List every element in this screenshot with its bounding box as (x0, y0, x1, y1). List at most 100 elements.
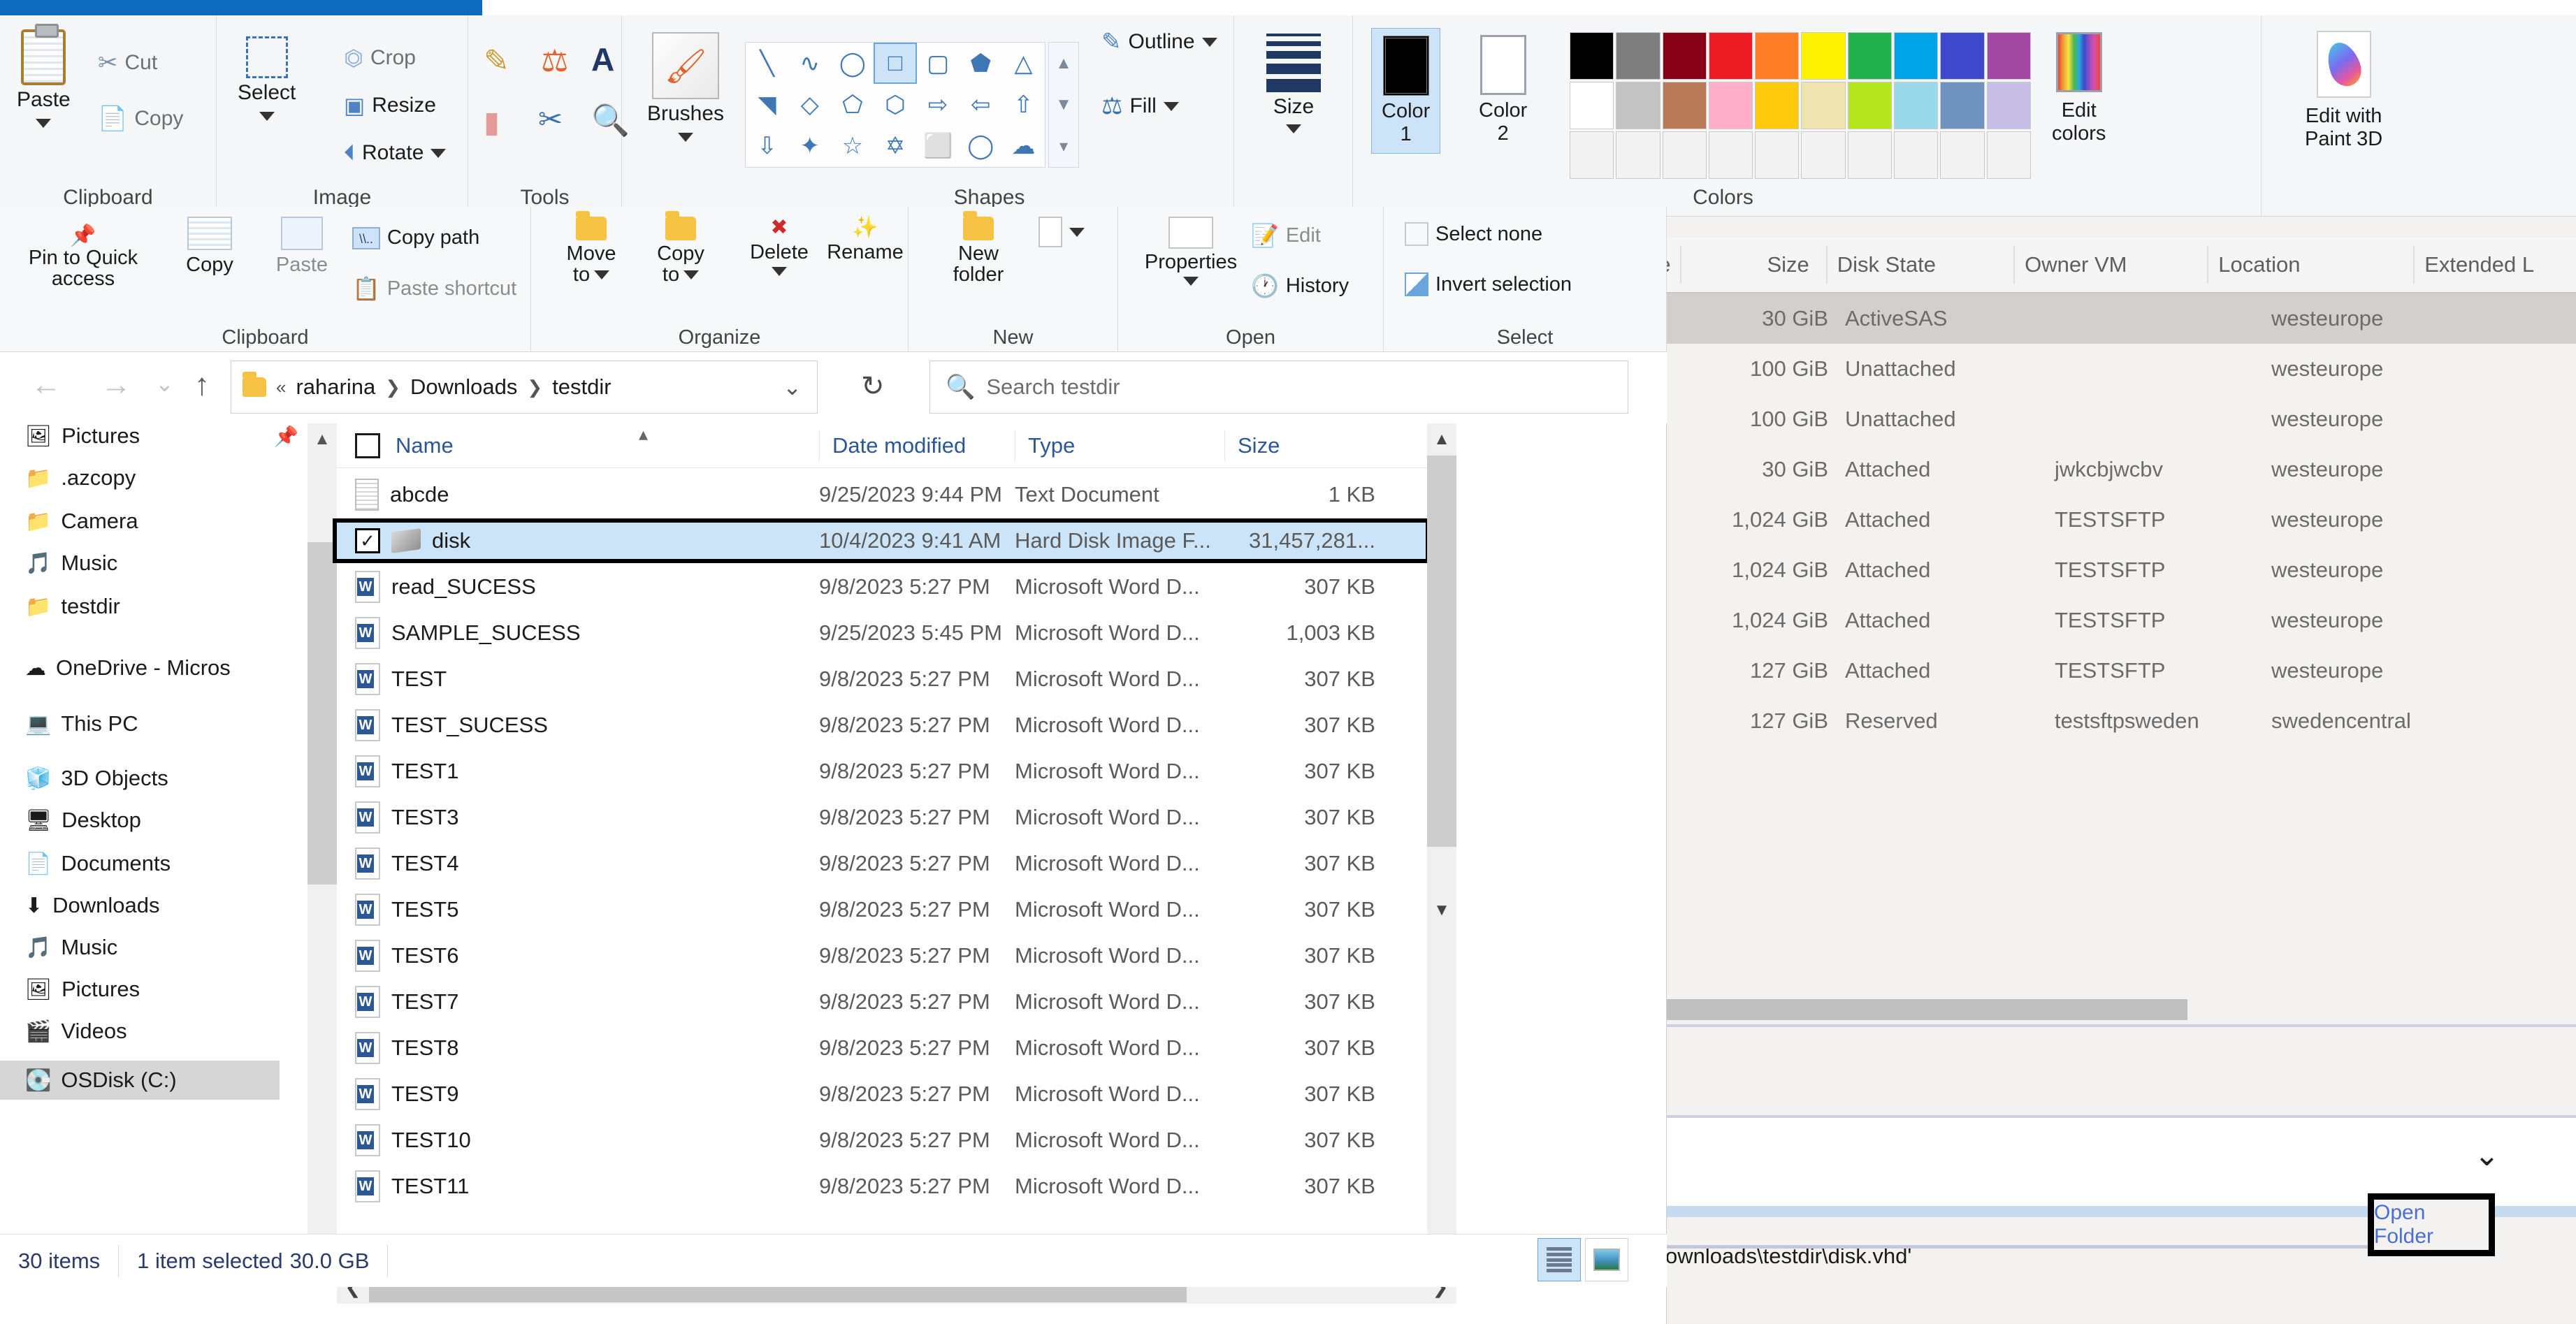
sidebar-item-onedrive-micros[interactable]: ☁ OneDrive - Micros (25, 655, 231, 681)
up-button[interactable]: ↑ (194, 368, 210, 402)
breadcrumb-item-user[interactable]: raharina (296, 374, 375, 400)
sidebar-item-videos[interactable]: 🎬 Videos (25, 1019, 127, 1044)
chevron-down-icon[interactable] (678, 133, 694, 142)
shapes-gallery-scrollbar[interactable]: ▲ ▼ ▾ (1048, 42, 1079, 168)
palette-swatch[interactable] (1616, 82, 1660, 129)
azure-table-row[interactable]: 100 GiB Unattached westeurope (1635, 394, 2576, 444)
select-button[interactable]: Select (238, 36, 296, 121)
color-picker-tool[interactable]: ✂ (538, 102, 563, 136)
shape-oval[interactable]: ◯ (831, 43, 874, 84)
palette-swatch[interactable] (1570, 32, 1614, 80)
azure-table-row[interactable]: 30 GiB Attached jwkcbjwcbv westeurope (1635, 444, 2576, 495)
file-row[interactable]: TEST5 9/8/2023 5:27 PM Microsoft Word D...… (337, 887, 1427, 932)
shape-diamond[interactable]: ◇ (788, 84, 831, 125)
address-overflow-icon[interactable]: « (276, 377, 286, 398)
sidebar-item-this-pc[interactable]: 💻 This PC (25, 711, 138, 736)
edit-colors-button[interactable]: Edit colors (2052, 32, 2106, 145)
column-header-name[interactable]: Name (396, 430, 454, 461)
resize-button[interactable]: ▣ Resize (344, 92, 436, 119)
file-row[interactable]: abcde 9/25/2023 9:44 PM Text Document 1 KB (337, 472, 1427, 517)
rename-button[interactable]: ✨ Rename (816, 217, 914, 263)
shape-five-point-star[interactable]: ☆ (831, 126, 874, 167)
breadcrumb-separator[interactable]: ❯ (527, 377, 542, 398)
chevron-down-icon[interactable] (772, 266, 787, 276)
paste-button[interactable]: Paste (260, 217, 344, 275)
chevron-down-icon[interactable] (1286, 124, 1301, 133)
copy-button[interactable]: Copy (168, 217, 252, 275)
edit-button[interactable]: 📝 Edit (1251, 222, 1321, 249)
paint-tab-home[interactable] (0, 0, 482, 15)
palette-swatch[interactable] (1662, 131, 1707, 179)
palette-swatch[interactable] (1570, 82, 1614, 129)
azure-col-location[interactable]: Location (2207, 246, 2413, 284)
palette-swatch[interactable] (1986, 32, 2031, 80)
chevron-down-icon[interactable] (683, 270, 700, 280)
palette-swatch[interactable] (1616, 131, 1660, 179)
sidebar-item-documents[interactable]: 📄 Documents (25, 851, 171, 876)
file-list-vertical-scrollbar[interactable]: ▲ ▼ (1427, 423, 1456, 1262)
azure-col-disk-state[interactable]: Disk State (1825, 246, 2013, 284)
sidebar-item-camera[interactable]: 📁 Camera (25, 509, 138, 534)
copy-to-button[interactable]: Copy to (639, 211, 723, 286)
azure-col-size[interactable]: Size (1679, 246, 1826, 284)
sidebar-item-downloads[interactable]: ⬇ Downloads (25, 893, 160, 918)
rotate-button[interactable]: ⏴ Rotate (344, 140, 447, 166)
shape-left-arrow[interactable]: ⇦ (960, 84, 1002, 125)
new-folder-button[interactable]: New folder (929, 211, 1027, 286)
palette-swatch[interactable] (1708, 131, 1753, 179)
chevron-down-icon[interactable] (259, 112, 275, 121)
palette-swatch[interactable] (1662, 32, 1707, 80)
azure-horizontal-scrollbar[interactable] (1635, 998, 2576, 1021)
sidebar-item-pictures[interactable]: 🖼 Pictures 📌 (25, 423, 298, 449)
move-to-button[interactable]: Move to (549, 211, 633, 286)
column-header-size[interactable]: Size (1224, 430, 1385, 461)
address-path-field[interactable]: « raharina ❯ Downloads ❯ testdir ⌄ (231, 361, 818, 414)
palette-swatch[interactable] (1708, 32, 1753, 80)
sidebar-item-azcopy[interactable]: 📁 .azcopy (25, 465, 136, 490)
shape-line[interactable]: ╲ (746, 43, 788, 84)
shapes-gallery[interactable]: ╲ ∿ ◯ □ ▢ ⬟ △ ◥ ◇ ⬠ ⬡ ⇨ ⇦ ⇧ ⇩ ✦ ☆ ✡ ⬜ ◯ ☁ (745, 42, 1045, 168)
shape-down-arrow[interactable]: ⇩ (746, 126, 788, 167)
sidebar-item-pictures[interactable]: 🖼 Pictures (25, 977, 140, 1002)
shape-triangle[interactable]: △ (1002, 43, 1045, 84)
outline-button[interactable]: ✎ Outline (1101, 28, 1217, 56)
azure-table-row[interactable]: 1,024 GiB Attached TESTSFTP westeurope (1635, 595, 2576, 646)
file-list-scroll-thumb[interactable] (1427, 456, 1456, 847)
column-header-date-modified[interactable]: Date modified (819, 430, 1015, 461)
chevron-down-icon[interactable] (430, 148, 447, 158)
palette-swatch[interactable] (1662, 82, 1707, 129)
brushes-button[interactable]: 🖌 Brushes (647, 32, 724, 142)
palette-swatch[interactable] (1801, 32, 1846, 80)
cut-button[interactable]: ✂ Cut (98, 49, 157, 77)
file-row[interactable]: TEST3 9/8/2023 5:27 PM Microsoft Word D...… (337, 795, 1427, 840)
back-button[interactable]: ← (31, 368, 61, 402)
sidebar-scroll-thumb[interactable] (307, 542, 337, 885)
shape-rectangle[interactable]: □ (874, 43, 917, 85)
sidebar-item-music[interactable]: 🎵 Music (25, 935, 117, 960)
shape-four-point-star[interactable]: ✦ (788, 126, 831, 167)
paste-button[interactable]: Paste (17, 24, 71, 128)
forward-button[interactable]: → (101, 368, 131, 402)
azure-table-row[interactable]: 30 GiB ActiveSAS westeurope (1635, 293, 2576, 344)
palette-swatch[interactable] (1570, 131, 1614, 179)
sidebar-item-3d-objects[interactable]: 🧊 3D Objects (25, 766, 168, 791)
palette-swatch[interactable] (1894, 32, 1939, 80)
palette-swatch[interactable] (1847, 32, 1893, 80)
shape-pentagon[interactable]: ⬠ (831, 84, 874, 125)
delete-button[interactable]: ✖ Delete (734, 217, 825, 276)
azure-col-owner-vm[interactable]: Owner VM (2013, 246, 2207, 284)
file-row[interactable]: ✓ disk 10/4/2023 9:41 AM Hard Disk Image F.… (333, 518, 1430, 563)
file-row[interactable]: TEST11 9/8/2023 5:27 PM Microsoft Word D..… (337, 1164, 1427, 1209)
palette-swatch[interactable] (1616, 32, 1660, 80)
file-row[interactable]: TEST7 9/8/2023 5:27 PM Microsoft Word D...… (337, 980, 1427, 1024)
chevron-down-icon[interactable] (36, 119, 52, 128)
pin-icon[interactable]: 📌 (274, 425, 298, 448)
file-row[interactable]: TEST_SUCESS 9/8/2023 5:27 PM Microsoft Wor… (337, 703, 1427, 748)
file-row[interactable]: TEST 9/8/2023 5:27 PM Microsoft Word D... 3… (337, 657, 1427, 701)
color-palette[interactable] (1570, 32, 2031, 179)
sidebar-item-testdir[interactable]: 📁 testdir (25, 594, 120, 619)
shape-curve[interactable]: ∿ (788, 43, 831, 84)
column-header-type[interactable]: Type (1015, 430, 1224, 461)
address-dropdown-icon[interactable]: ⌄ (783, 374, 802, 400)
file-row-checkbox[interactable]: ✓ (355, 528, 380, 553)
